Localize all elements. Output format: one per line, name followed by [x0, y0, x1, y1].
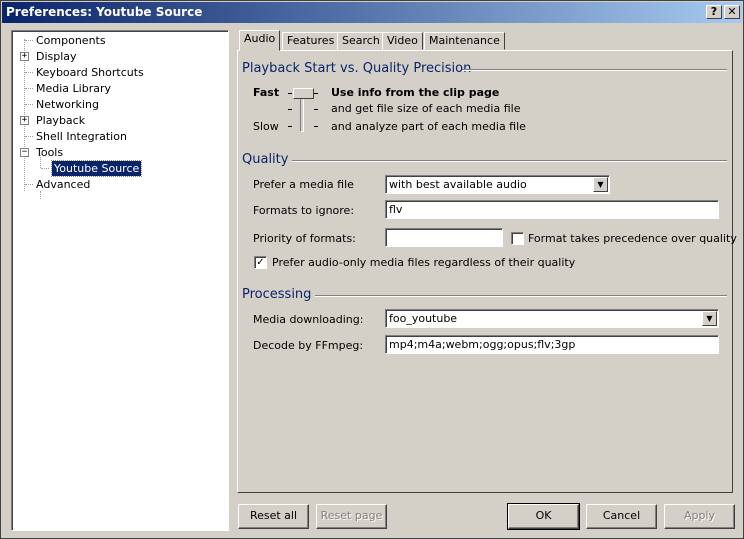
expand-display-icon[interactable]: + [20, 52, 29, 61]
tab-audio[interactable]: Audio [239, 30, 281, 51]
tree-item-display[interactable]: Display [36, 49, 77, 64]
audio-only-label: Prefer audio-only media files regardless… [272, 256, 576, 269]
tree-item-networking[interactable]: Networking [36, 97, 99, 112]
section-playback-title: Playback Start vs. Quality Precision [242, 61, 472, 76]
tree-item-playback[interactable]: Playback [36, 113, 85, 128]
precedence-checkbox[interactable] [511, 232, 524, 245]
tree-line [40, 155, 41, 168]
tab-features[interactable]: Features [282, 32, 340, 50]
preferences-tree[interactable]: Components + Display Keyboard Shortcuts … [11, 30, 229, 531]
section-processing-title: Processing [242, 287, 312, 302]
option-clip-page: Use info from the clip page [331, 86, 500, 99]
precision-slider-track [300, 94, 304, 132]
slider-tick [288, 93, 292, 94]
tab-video[interactable]: Video [382, 32, 423, 50]
ffmpeg-input[interactable]: mp4;m4a;webm;ogg;opus;flv;3gp [385, 335, 719, 354]
slow-label: Slow [253, 120, 279, 133]
close-button[interactable]: ✕ [724, 5, 740, 19]
precision-slider-thumb[interactable] [293, 88, 314, 99]
preferences-window: Preferences: Youtube Source ? ✕ Componen… [0, 0, 744, 539]
fast-label: Fast [253, 86, 280, 99]
tab-panel [237, 50, 733, 493]
window-title: Preferences: Youtube Source [6, 5, 203, 19]
tree-item-advanced[interactable]: Advanced [36, 177, 90, 192]
media-downloading-select[interactable]: foo_youtube ▼ [385, 309, 719, 328]
slider-tick [314, 93, 318, 94]
slider-tick [288, 126, 292, 127]
precedence-label: Format takes precedence over quality [528, 232, 737, 245]
section-rule [292, 160, 727, 162]
formats-ignore-label: Formats to ignore: [253, 204, 355, 217]
section-rule [462, 69, 727, 71]
ffmpeg-label: Decode by FFmpeg: [253, 339, 364, 352]
tree-line [25, 104, 33, 105]
prefer-media-select[interactable]: with best available audio ▼ [385, 175, 610, 194]
tree-item-shell-integration[interactable]: Shell Integration [36, 129, 127, 144]
cancel-button[interactable]: Cancel [586, 504, 657, 529]
tree-line [25, 136, 33, 137]
tab-maintenance[interactable]: Maintenance [424, 32, 505, 50]
tree-item-components[interactable]: Components [36, 33, 106, 48]
tree-item-keyboard-shortcuts[interactable]: Keyboard Shortcuts [36, 65, 144, 80]
tree-line [25, 88, 33, 89]
tree-line [25, 40, 33, 41]
apply-button[interactable]: Apply [664, 504, 735, 529]
priority-formats-label: Priority of formats: [253, 232, 356, 245]
section-quality-title: Quality [242, 152, 289, 167]
prefer-media-label: Prefer a media file [253, 178, 354, 191]
option-analyze: and analyze part of each media file [331, 120, 526, 133]
formats-ignore-input[interactable]: flv [385, 200, 719, 219]
option-file-size: and get file size of each media file [331, 102, 521, 115]
tree-line [41, 168, 49, 169]
ok-button[interactable]: OK [507, 503, 580, 530]
tree-line [40, 191, 41, 199]
expand-playback-icon[interactable]: + [20, 116, 29, 125]
tree-item-youtube-source[interactable]: Youtube Source [50, 160, 143, 177]
chevron-down-icon[interactable]: ▼ [593, 177, 608, 192]
tab-search[interactable]: Search [337, 32, 385, 50]
slider-tick [314, 126, 318, 127]
title-bar: Preferences: Youtube Source ? ✕ [2, 2, 742, 23]
tree-item-media-library[interactable]: Media Library [36, 81, 111, 96]
help-button[interactable]: ? [706, 5, 722, 19]
media-downloading-label: Media downloading: [253, 313, 364, 326]
slider-tick [288, 109, 292, 110]
prefer-media-value: with best available audio [389, 178, 527, 191]
reset-all-button[interactable]: Reset all [238, 504, 309, 529]
chevron-down-icon[interactable]: ▼ [702, 311, 717, 326]
priority-formats-input[interactable] [385, 228, 503, 247]
audio-only-checkbox[interactable]: ✓ [254, 256, 267, 269]
reset-page-button[interactable]: Reset page [316, 504, 387, 529]
tree-line [25, 72, 33, 73]
collapse-tools-icon[interactable]: − [20, 148, 29, 157]
section-rule [315, 295, 727, 297]
media-downloading-value: foo_youtube [389, 312, 458, 325]
tree-line [25, 184, 33, 185]
slider-tick [314, 109, 318, 110]
